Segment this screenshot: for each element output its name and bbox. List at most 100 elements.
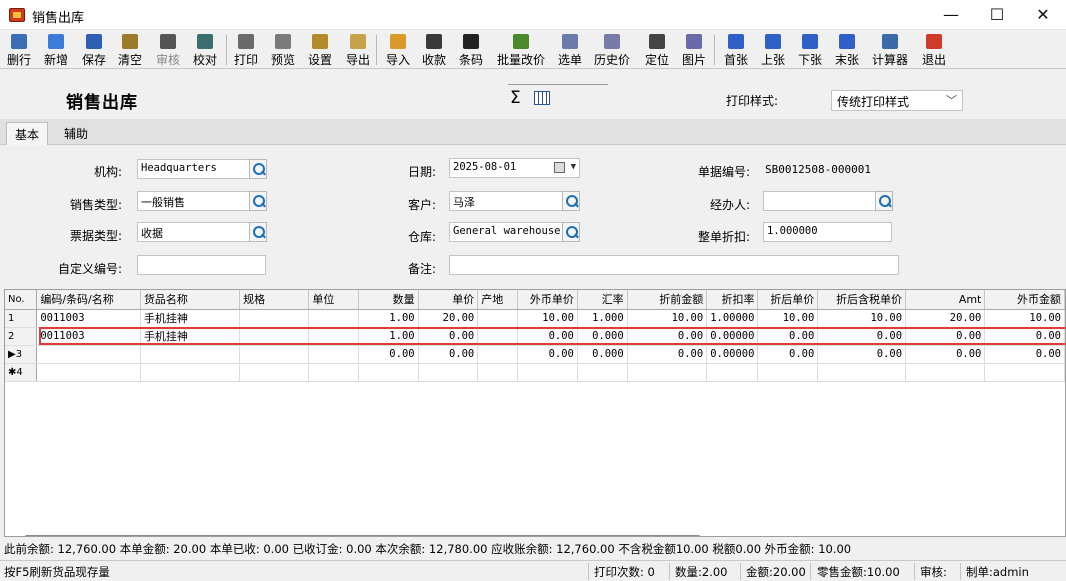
column-header[interactable]: No. xyxy=(5,290,38,310)
column-header[interactable]: 折后单价 xyxy=(757,290,819,310)
table-cell[interactable]: 1.000 xyxy=(577,309,628,328)
table-cell[interactable] xyxy=(358,363,419,382)
delete-row-button[interactable]: 删行 xyxy=(2,32,36,68)
handler-search-icon[interactable] xyxy=(875,191,893,211)
table-cell[interactable] xyxy=(239,345,310,364)
org-search-icon[interactable] xyxy=(249,159,267,179)
table-cell[interactable]: 0.00 xyxy=(517,345,578,364)
handler-field[interactable] xyxy=(763,191,876,211)
table-cell[interactable]: 0.00 xyxy=(627,345,708,364)
table-cell[interactable]: 0011003 xyxy=(36,327,141,346)
save-button[interactable]: 保存 xyxy=(76,32,112,68)
table-cell[interactable] xyxy=(140,363,241,382)
table-cell[interactable]: 0.00 xyxy=(418,327,479,346)
audit-button[interactable]: 审核 xyxy=(150,32,186,68)
table-cell[interactable]: 1.00 xyxy=(358,327,419,346)
table-cell[interactable] xyxy=(477,327,519,346)
table-cell[interactable] xyxy=(757,363,819,382)
table-cell[interactable] xyxy=(308,309,360,328)
custom-no-field[interactable] xyxy=(137,255,266,275)
table-cell[interactable]: 10.00 xyxy=(757,309,819,328)
last-button[interactable]: 末张 xyxy=(829,32,865,68)
table-cell[interactable]: 10.00 xyxy=(984,309,1065,328)
batch-price-button[interactable]: 批量改价 xyxy=(492,32,550,68)
table-cell[interactable]: 0.00 xyxy=(418,345,479,364)
table-cell[interactable] xyxy=(418,363,479,382)
table-cell[interactable] xyxy=(36,345,141,364)
receive-button[interactable]: 收款 xyxy=(416,32,452,68)
table-cell[interactable] xyxy=(477,363,519,382)
table-cell[interactable]: 手机挂神 xyxy=(140,309,241,328)
table-cell[interactable] xyxy=(239,327,310,346)
warehouse-search-icon[interactable] xyxy=(562,222,580,242)
locate-button[interactable]: 定位 xyxy=(640,32,674,68)
column-header[interactable]: 外币金额 xyxy=(984,290,1065,310)
table-cell[interactable]: 0.00 xyxy=(817,345,907,364)
table-cell[interactable]: 手机挂神 xyxy=(140,327,241,346)
first-button[interactable]: 首张 xyxy=(718,32,754,68)
clear-button[interactable]: 清空 xyxy=(112,32,148,68)
table-cell[interactable] xyxy=(517,363,578,382)
table-cell[interactable] xyxy=(308,345,360,364)
sigma-icon[interactable]: Σ xyxy=(510,88,521,108)
table-cell[interactable] xyxy=(308,327,360,346)
table-cell[interactable]: 10.00 xyxy=(627,309,708,328)
column-header[interactable]: 编码/条码/名称 xyxy=(36,290,141,310)
table-cell[interactable]: 0.00 xyxy=(905,327,986,346)
table-cell[interactable]: 0.00 xyxy=(358,345,419,364)
table-cell[interactable]: 0.00 xyxy=(757,327,819,346)
table-cell[interactable]: 0.000 xyxy=(577,327,628,346)
minimize-button[interactable]: — xyxy=(928,0,974,30)
table-cell[interactable] xyxy=(477,309,519,328)
table-cell[interactable]: 0.00 xyxy=(517,327,578,346)
table-cell[interactable]: 0.00 xyxy=(817,327,907,346)
customer-search-icon[interactable] xyxy=(562,191,580,211)
tab-auxiliary[interactable]: 辅助 xyxy=(56,122,96,145)
table-row[interactable]: ▶3 0.00 0.00 0.00 0.000 0.00 0.00000 0.00 0.00 0.… xyxy=(5,345,1065,364)
table-cell[interactable]: 10.00 xyxy=(817,309,907,328)
org-field[interactable]: Headquarters xyxy=(137,159,250,179)
grid-calc-icon[interactable] xyxy=(534,91,550,105)
maximize-button[interactable]: ☐ xyxy=(974,0,1020,30)
column-header[interactable]: 货品名称 xyxy=(140,290,241,310)
table-cell[interactable]: 0.00000 xyxy=(706,327,759,346)
prev-button[interactable]: 上张 xyxy=(755,32,791,68)
table-cell[interactable] xyxy=(308,363,360,382)
table-row[interactable]: 1 0011003 手机挂神 1.00 20.00 10.00 1.000 10.00 1.00… xyxy=(5,309,1065,328)
customer-field[interactable]: 马泽 xyxy=(449,191,563,211)
select-order-button[interactable]: 选单 xyxy=(553,32,587,68)
receipt-type-search-icon[interactable] xyxy=(249,222,267,242)
table-cell[interactable]: 0.00 xyxy=(984,327,1065,346)
column-header[interactable]: 数量 xyxy=(358,290,419,310)
table-cell[interactable] xyxy=(239,309,310,328)
table-cell[interactable]: 20.00 xyxy=(418,309,479,328)
table-cell[interactable]: 1.00 xyxy=(358,309,419,328)
column-header[interactable]: 折前金额 xyxy=(627,290,708,310)
sale-type-search-icon[interactable] xyxy=(249,191,267,211)
table-cell[interactable]: 0.00000 xyxy=(706,345,759,364)
horizontal-scrollbar[interactable] xyxy=(25,535,700,536)
calculator-button[interactable]: 计算器 xyxy=(867,32,913,68)
column-header[interactable]: 规格 xyxy=(239,290,310,310)
exit-button[interactable]: 退出 xyxy=(916,32,952,68)
table-cell[interactable]: 0.00 xyxy=(627,327,708,346)
table-cell[interactable] xyxy=(239,363,310,382)
preview-button[interactable]: 预览 xyxy=(265,32,301,68)
table-cell[interactable]: 20.00 xyxy=(905,309,986,328)
import-button[interactable]: 导入 xyxy=(380,32,416,68)
next-button[interactable]: 下张 xyxy=(792,32,828,68)
table-cell[interactable] xyxy=(577,363,628,382)
date-field[interactable]: 2025-08-01 ▼ xyxy=(449,158,580,178)
discount-field[interactable]: 1.000000 xyxy=(763,222,892,242)
table-cell[interactable] xyxy=(36,363,141,382)
table-cell[interactable] xyxy=(627,363,708,382)
tab-basic[interactable]: 基本 xyxy=(6,122,49,145)
export-button[interactable]: 导出 xyxy=(340,32,376,68)
date-dropdown-icon[interactable]: ▼ xyxy=(571,162,576,172)
history-price-button[interactable]: 历史价 xyxy=(590,32,634,68)
picture-button[interactable]: 图片 xyxy=(677,32,711,68)
column-header[interactable]: Amt xyxy=(905,290,986,310)
print-button[interactable]: 打印 xyxy=(228,32,264,68)
table-cell[interactable] xyxy=(706,363,759,382)
table-cell[interactable] xyxy=(905,363,986,382)
